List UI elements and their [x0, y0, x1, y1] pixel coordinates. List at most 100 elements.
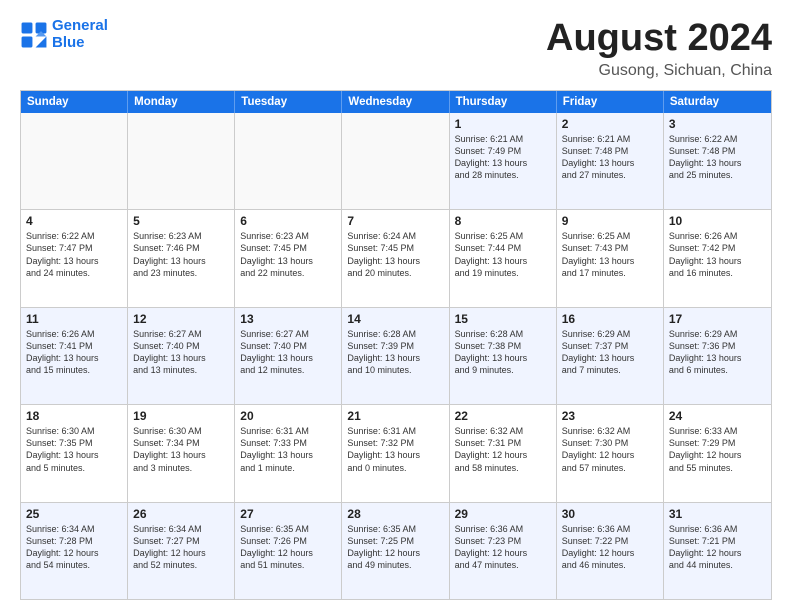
day-number: 25 [26, 507, 122, 521]
calendar-cell: 13 Sunrise: 6:27 AM Sunset: 7:40 PM Dayli… [235, 308, 342, 404]
calendar-cell [342, 113, 449, 209]
day-number: 28 [347, 507, 443, 521]
calendar-cell: 2Sunrise: 6:21 AM Sunset: 7:48 PM Daylig… [557, 113, 664, 209]
day-number: 6 [240, 214, 336, 228]
day-info: Sunrise: 6:36 AM Sunset: 7:23 PM Dayligh… [455, 523, 551, 572]
calendar-cell: 25 Sunrise: 6:34 AM Sunset: 7:28 PM Dayli… [21, 503, 128, 599]
calendar-cell: 21 Sunrise: 6:31 AM Sunset: 7:32 PM Dayli… [342, 405, 449, 501]
logo-line1: General [52, 17, 108, 34]
calendar-cell: 6 Sunrise: 6:23 AM Sunset: 7:45 PM Daylig… [235, 210, 342, 306]
day-info: Sunrise: 6:26 AM Sunset: 7:41 PM Dayligh… [26, 328, 122, 377]
calendar-cell: 16Sunrise: 6:29 AM Sunset: 7:37 PM Dayli… [557, 308, 664, 404]
calendar-cell: 27 Sunrise: 6:35 AM Sunset: 7:26 PM Dayli… [235, 503, 342, 599]
day-info: Sunrise: 6:35 AM Sunset: 7:25 PM Dayligh… [347, 523, 443, 572]
day-number: 27 [240, 507, 336, 521]
calendar-row: 18Sunrise: 6:30 AM Sunset: 7:35 PM Dayli… [21, 405, 771, 502]
calendar-cell: 12 Sunrise: 6:27 AM Sunset: 7:40 PM Dayli… [128, 308, 235, 404]
day-number: 1 [455, 117, 551, 131]
calendar-cell: 11 Sunrise: 6:26 AM Sunset: 7:41 PM Dayli… [21, 308, 128, 404]
day-info: Sunrise: 6:23 AM Sunset: 7:45 PM Dayligh… [240, 230, 336, 279]
calendar-cell: 5 Sunrise: 6:23 AM Sunset: 7:46 PM Daylig… [128, 210, 235, 306]
day-info: Sunrise: 6:30 AM Sunset: 7:35 PM Dayligh… [26, 425, 122, 474]
day-number: 31 [669, 507, 766, 521]
day-info: Sunrise: 6:33 AM Sunset: 7:29 PM Dayligh… [669, 425, 766, 474]
day-number: 17 [669, 312, 766, 326]
calendar-row: 1 Sunrise: 6:21 AM Sunset: 7:49 PM Daylig… [21, 113, 771, 210]
day-number: 30 [562, 507, 658, 521]
calendar-day-header: Thursday [450, 91, 557, 113]
calendar-row: 25 Sunrise: 6:34 AM Sunset: 7:28 PM Dayli… [21, 503, 771, 599]
day-info: Sunrise: 6:28 AM Sunset: 7:38 PM Dayligh… [455, 328, 551, 377]
calendar-cell: 19 Sunrise: 6:30 AM Sunset: 7:34 PM Dayli… [128, 405, 235, 501]
day-number: 3 [669, 117, 766, 131]
subtitle: Gusong, Sichuan, China [546, 62, 772, 80]
day-info: Sunrise: 6:29 AM Sunset: 7:36 PM Dayligh… [669, 328, 766, 377]
day-info: Sunrise: 6:34 AM Sunset: 7:28 PM Dayligh… [26, 523, 122, 572]
day-info: Sunrise: 6:32 AM Sunset: 7:30 PM Dayligh… [562, 425, 658, 474]
day-info: Sunrise: 6:27 AM Sunset: 7:40 PM Dayligh… [133, 328, 229, 377]
calendar-cell: 24 Sunrise: 6:33 AM Sunset: 7:29 PM Dayli… [664, 405, 771, 501]
day-info: Sunrise: 6:23 AM Sunset: 7:46 PM Dayligh… [133, 230, 229, 279]
calendar-cell: 30Sunrise: 6:36 AM Sunset: 7:22 PM Dayli… [557, 503, 664, 599]
day-number: 7 [347, 214, 443, 228]
day-number: 29 [455, 507, 551, 521]
calendar-cell: 23Sunrise: 6:32 AM Sunset: 7:30 PM Dayli… [557, 405, 664, 501]
calendar-cell [21, 113, 128, 209]
calendar-row: 11 Sunrise: 6:26 AM Sunset: 7:41 PM Dayli… [21, 308, 771, 405]
calendar-cell: 31 Sunrise: 6:36 AM Sunset: 7:21 PM Dayli… [664, 503, 771, 599]
calendar-cell: 7 Sunrise: 6:24 AM Sunset: 7:45 PM Daylig… [342, 210, 449, 306]
day-number: 5 [133, 214, 229, 228]
calendar-day-header: Saturday [664, 91, 771, 113]
calendar-cell: 17 Sunrise: 6:29 AM Sunset: 7:36 PM Dayli… [664, 308, 771, 404]
day-info: Sunrise: 6:30 AM Sunset: 7:34 PM Dayligh… [133, 425, 229, 474]
day-info: Sunrise: 6:28 AM Sunset: 7:39 PM Dayligh… [347, 328, 443, 377]
day-number: 11 [26, 312, 122, 326]
calendar-cell: 1 Sunrise: 6:21 AM Sunset: 7:49 PM Daylig… [450, 113, 557, 209]
calendar-day-header: Monday [128, 91, 235, 113]
day-info: Sunrise: 6:31 AM Sunset: 7:32 PM Dayligh… [347, 425, 443, 474]
day-info: Sunrise: 6:32 AM Sunset: 7:31 PM Dayligh… [455, 425, 551, 474]
calendar-cell: 26Sunrise: 6:34 AM Sunset: 7:27 PM Dayli… [128, 503, 235, 599]
day-info: Sunrise: 6:21 AM Sunset: 7:49 PM Dayligh… [455, 133, 551, 182]
day-number: 13 [240, 312, 336, 326]
calendar: SundayMondayTuesdayWednesdayThursdayFrid… [20, 90, 772, 600]
logo-text: General Blue [52, 18, 108, 51]
day-info: Sunrise: 6:25 AM Sunset: 7:43 PM Dayligh… [562, 230, 658, 279]
logo-line2: Blue [52, 34, 85, 51]
day-info: Sunrise: 6:25 AM Sunset: 7:44 PM Dayligh… [455, 230, 551, 279]
day-number: 12 [133, 312, 229, 326]
day-number: 10 [669, 214, 766, 228]
calendar-cell: 8 Sunrise: 6:25 AM Sunset: 7:44 PM Daylig… [450, 210, 557, 306]
day-number: 9 [562, 214, 658, 228]
calendar-row: 4Sunrise: 6:22 AM Sunset: 7:47 PM Daylig… [21, 210, 771, 307]
calendar-cell: 29 Sunrise: 6:36 AM Sunset: 7:23 PM Dayli… [450, 503, 557, 599]
page: General Blue August 2024 Gusong, Sichuan… [0, 0, 792, 612]
calendar-day-header: Sunday [21, 91, 128, 113]
calendar-day-header: Wednesday [342, 91, 449, 113]
day-number: 21 [347, 409, 443, 423]
day-info: Sunrise: 6:34 AM Sunset: 7:27 PM Dayligh… [133, 523, 229, 572]
day-info: Sunrise: 6:36 AM Sunset: 7:21 PM Dayligh… [669, 523, 766, 572]
day-info: Sunrise: 6:27 AM Sunset: 7:40 PM Dayligh… [240, 328, 336, 377]
calendar-cell [235, 113, 342, 209]
title-block: August 2024 Gusong, Sichuan, China [546, 18, 772, 80]
logo-icon [20, 21, 48, 49]
calendar-day-header: Tuesday [235, 91, 342, 113]
header: General Blue August 2024 Gusong, Sichuan… [20, 18, 772, 80]
calendar-body: 1 Sunrise: 6:21 AM Sunset: 7:49 PM Daylig… [21, 113, 771, 599]
day-info: Sunrise: 6:21 AM Sunset: 7:48 PM Dayligh… [562, 133, 658, 182]
day-info: Sunrise: 6:35 AM Sunset: 7:26 PM Dayligh… [240, 523, 336, 572]
day-number: 19 [133, 409, 229, 423]
day-number: 22 [455, 409, 551, 423]
calendar-cell: 18Sunrise: 6:30 AM Sunset: 7:35 PM Dayli… [21, 405, 128, 501]
day-number: 8 [455, 214, 551, 228]
calendar-header: SundayMondayTuesdayWednesdayThursdayFrid… [21, 91, 771, 113]
day-info: Sunrise: 6:31 AM Sunset: 7:33 PM Dayligh… [240, 425, 336, 474]
calendar-cell: 15Sunrise: 6:28 AM Sunset: 7:38 PM Dayli… [450, 308, 557, 404]
calendar-day-header: Friday [557, 91, 664, 113]
calendar-cell: 3Sunrise: 6:22 AM Sunset: 7:48 PM Daylig… [664, 113, 771, 209]
day-number: 24 [669, 409, 766, 423]
day-number: 14 [347, 312, 443, 326]
logo: General Blue [20, 18, 108, 51]
day-info: Sunrise: 6:24 AM Sunset: 7:45 PM Dayligh… [347, 230, 443, 279]
